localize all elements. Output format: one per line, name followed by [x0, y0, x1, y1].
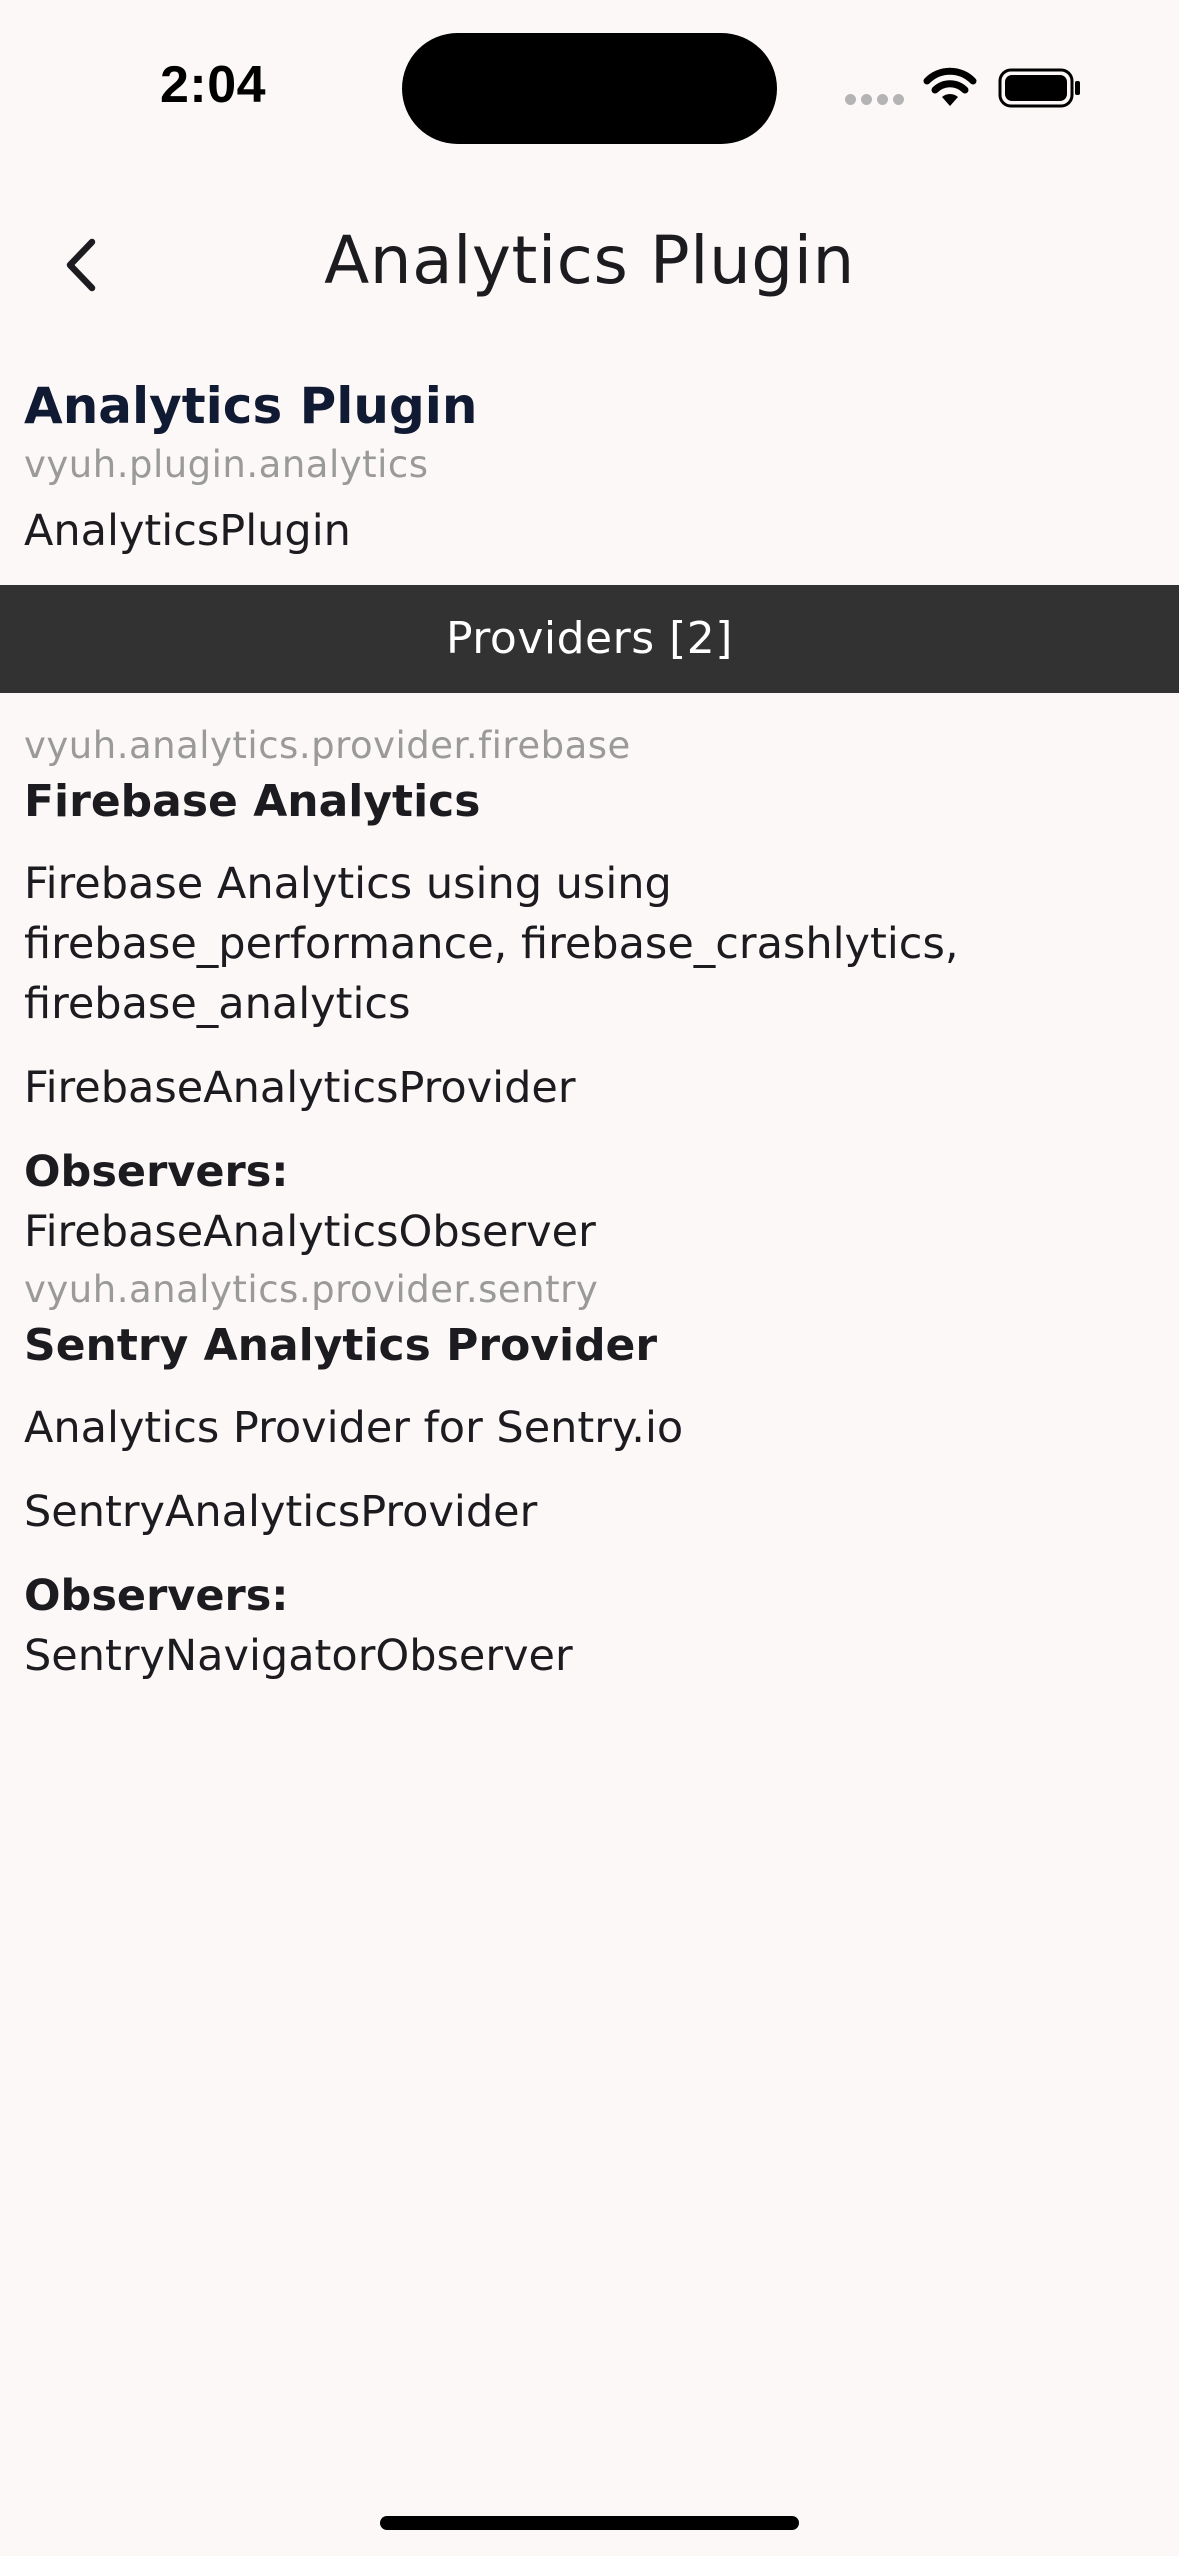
provider-description: Analytics Provider for Sentry.io	[24, 1403, 684, 1453]
provider-id: vyuh.analytics.provider.firebase	[24, 724, 631, 767]
provider-class-name: FirebaseAnalyticsProvider	[24, 1063, 576, 1113]
observer-item: FirebaseAnalyticsObserver	[24, 1207, 596, 1257]
plugin-title: Analytics Plugin	[24, 377, 478, 435]
observers-label: Observers:	[24, 1147, 289, 1197]
cellular-signal-icon	[845, 94, 905, 106]
provider-item-firebase: vyuh.analytics.provider.firebase Firebas…	[24, 718, 1154, 1262]
home-indicator[interactable]	[380, 2516, 799, 2530]
dynamic-island	[402, 33, 777, 144]
plugin-id: vyuh.plugin.analytics	[24, 443, 429, 486]
provider-item-sentry: vyuh.analytics.provider.sentry Sentry An…	[24, 1262, 1154, 1686]
wifi-icon	[923, 67, 977, 106]
plugin-class-name: AnalyticsPlugin	[24, 506, 351, 556]
plugin-header: Analytics Plugin vyuh.plugin.analytics A…	[24, 372, 1154, 562]
providers-section-header: Providers [2]	[0, 585, 1179, 693]
observer-item: SentryNavigatorObserver	[24, 1631, 573, 1681]
provider-class-name: SentryAnalyticsProvider	[24, 1487, 538, 1537]
app-bar: Analytics Plugin	[0, 190, 1179, 340]
page-title: Analytics Plugin	[324, 222, 855, 299]
battery-icon	[998, 68, 1080, 108]
provider-id: vyuh.analytics.provider.sentry	[24, 1268, 599, 1311]
provider-list: vyuh.analytics.provider.firebase Firebas…	[24, 718, 1154, 1686]
status-time: 2:04	[160, 56, 267, 114]
provider-description: Firebase Analytics using using firebase_…	[24, 859, 959, 1029]
status-bar: 2:04	[0, 0, 1179, 175]
provider-name: Sentry Analytics Provider	[24, 1320, 658, 1371]
observers-label: Observers:	[24, 1571, 289, 1621]
provider-name: Firebase Analytics	[24, 776, 481, 827]
